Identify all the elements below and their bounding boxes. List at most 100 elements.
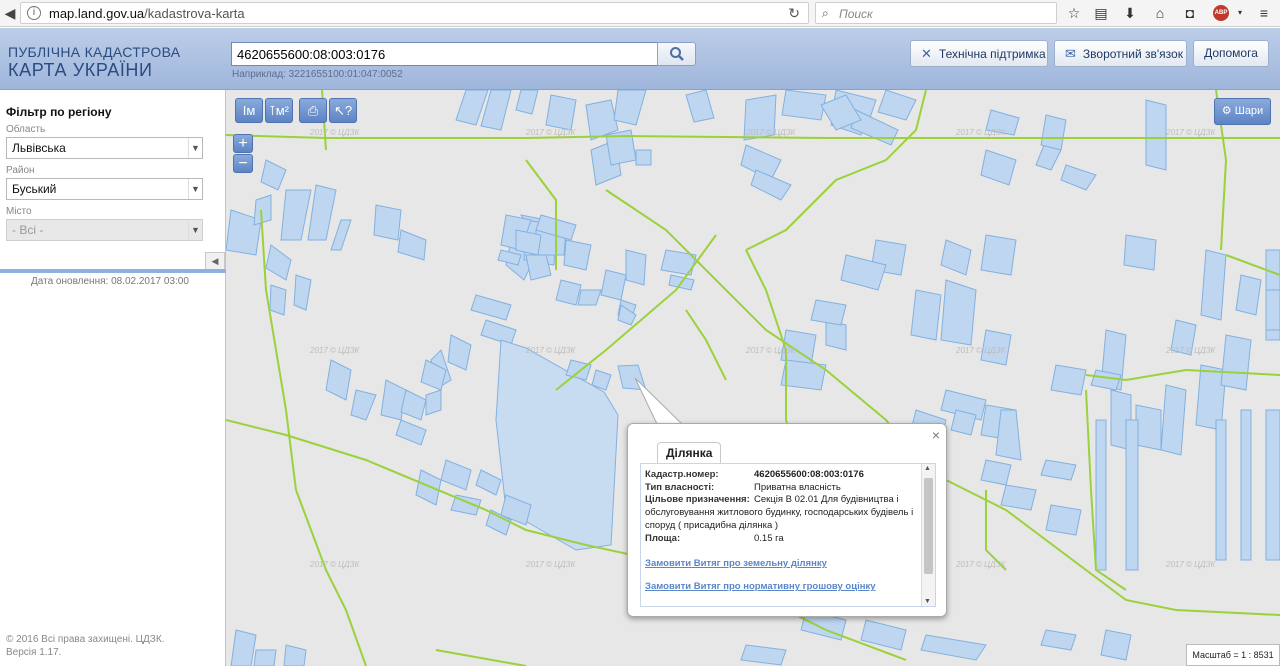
purpose-key: Цільове призначення: (645, 494, 750, 505)
watermark: 2017 © ЦДЗК (526, 560, 576, 569)
app-header: ПУБЛІЧНА КАДАСТРОВА КАРТА УКРАЇНИ Наприк… (0, 28, 1280, 90)
layers-button[interactable]: ⚙ Шари (1214, 98, 1271, 125)
popup-pointer (634, 378, 684, 425)
zoom-in-button[interactable]: + (233, 134, 253, 153)
help-label: Допомога (1204, 46, 1258, 60)
minus-icon: − (238, 155, 248, 172)
tools-icon: ✕ (921, 46, 932, 61)
support-label: Технічна підтримка (938, 47, 1046, 61)
region-select[interactable]: Львівська ▼ (6, 137, 203, 159)
purpose-value-line1: Секція В 02.01 Для будівництва і (754, 494, 899, 505)
pointer-question-icon: ↖? (333, 103, 353, 118)
support-button[interactable]: ✕ Технічна підтримка (910, 40, 1048, 67)
watermark: 2017 © ЦДЗК (526, 128, 576, 137)
gear-icon: ⚙ (1221, 105, 1232, 117)
measure-area-button[interactable]: ⊺м² (265, 98, 293, 123)
chevron-down-icon: ▼ (188, 138, 202, 158)
copyright-text: © 2016 Всі права захищені. ЦДЗК. Версія … (6, 634, 165, 658)
help-button[interactable]: Допомога (1193, 40, 1269, 67)
adblock-dropdown-icon[interactable]: ▾ (1230, 4, 1250, 22)
scroll-down-icon[interactable]: ▼ (924, 598, 931, 605)
reading-list-icon[interactable]: ▤ (1091, 4, 1111, 22)
cadastral-search-input[interactable] (231, 42, 658, 66)
measure-distance-button[interactable]: Iм (235, 98, 263, 123)
watermark: 2017 © ЦДЗК (956, 346, 1006, 355)
region-filter-sidebar: Фільтр по регіону Область Львівська ▼ Ра… (0, 90, 226, 666)
sidebar-divider (0, 269, 226, 273)
cadastral-search-button[interactable] (657, 42, 696, 66)
map-scale: Масштаб = 1 : 8531 (1186, 644, 1280, 666)
url-text: map.land.gov.ua/kadastrova-karta (49, 6, 245, 21)
feedback-button[interactable]: ✉ Зворотний зв'язок (1054, 40, 1187, 67)
cadastral-number-value: 4620655600:08:003:0176 (754, 469, 864, 480)
watermark: 2017 © ЦДЗК (956, 128, 1006, 137)
region-select-value: Львівська (12, 141, 66, 155)
region-label: Область (6, 124, 46, 135)
print-button[interactable]: ⎙ (299, 98, 327, 123)
district-label: Район (6, 165, 35, 176)
parcel-info-popup: × Ділянка Кадастр.номер: 4620655600:08:0… (627, 423, 947, 617)
printer-icon: ⎙ (307, 103, 319, 118)
logo-line1: ПУБЛІЧНА КАДАСТРОВА (8, 44, 181, 60)
bookmark-star-icon[interactable]: ☆ (1064, 4, 1084, 22)
district-select[interactable]: Буський ▼ (6, 178, 203, 200)
layers-label: Шари (1234, 105, 1264, 117)
purpose-value-line2: обслуговування житлового будинку, господ… (645, 507, 914, 518)
popup-content: Кадастр.номер: 4620655600:08:003:0176 Ти… (640, 463, 936, 607)
collapse-sidebar-button[interactable]: ◀ (205, 252, 225, 270)
download-icon[interactable]: ⬇ (1120, 4, 1140, 22)
scroll-thumb[interactable] (924, 478, 933, 574)
area-icon: ⊺м² (268, 103, 290, 118)
order-extract-link[interactable]: Замовити Витяг про земельну ділянку (645, 558, 827, 569)
address-bar[interactable]: i map.land.gov.ua/kadastrova-karta ↻ (20, 2, 809, 24)
reload-icon[interactable]: ↻ (788, 5, 800, 22)
area-value: 0.15 га (754, 533, 784, 544)
chevron-down-icon: ▼ (188, 179, 202, 199)
close-icon[interactable]: × (932, 427, 940, 443)
menu-hamburger-icon[interactable]: ≡ (1254, 4, 1274, 22)
purpose-value-line3: споруд ( присадибна ділянка ) (645, 520, 779, 531)
feedback-label: Зворотний зв'язок (1082, 47, 1183, 61)
watermark: 2017 © ЦДЗК (526, 346, 576, 355)
city-select-value: - Всі - (12, 223, 44, 237)
magnifier-icon: ⌕ (822, 6, 829, 20)
watermark: 2017 © ЦДЗК (956, 560, 1006, 569)
update-date: Дата оновлення: 08.02.2017 03:00 (31, 276, 189, 287)
plus-icon: + (238, 135, 248, 152)
watermark: 2017 © ЦДЗК (310, 346, 360, 355)
watermark: 2017 © ЦДЗК (1166, 128, 1216, 137)
watermark: 2017 © ЦДЗК (310, 128, 360, 137)
district-select-value: Буський (12, 182, 57, 196)
tab-parcel[interactable]: Ділянка (657, 442, 722, 463)
filter-title: Фільтр по регіону (6, 105, 112, 119)
logo-line2: КАРТА УКРАЇНИ (8, 60, 153, 80)
pocket-icon[interactable]: ◘ (1180, 4, 1200, 22)
watermark: 2017 © ЦДЗК (1166, 560, 1216, 569)
envelope-icon: ✉ (1065, 46, 1076, 61)
url-host: map.land.gov.ua (49, 6, 145, 21)
chevron-down-icon: ▼ (188, 220, 202, 240)
order-valuation-link[interactable]: Замовити Витяг про нормативну грошову оц… (645, 581, 876, 592)
zoom-out-button[interactable]: − (233, 154, 253, 173)
back-arrow-icon[interactable]: ◀ (1, 4, 19, 22)
cadastral-map[interactable]: 2017 © ЦДЗК 2017 © ЦДЗК 2017 © ЦДЗК 2017… (226, 90, 1280, 666)
adblock-icon[interactable]: ABP (1213, 5, 1229, 21)
area-key: Площа: (645, 533, 681, 544)
search-icon (669, 47, 684, 61)
watermark: 2017 © ЦДЗК (746, 128, 796, 137)
search-example-hint: Наприклад: 3221655100:01:047:0052 (232, 69, 403, 80)
popup-scrollbar[interactable]: ▲ ▼ (921, 464, 935, 606)
ruler-icon: Iм (242, 103, 256, 118)
home-icon[interactable]: ⌂ (1150, 4, 1170, 22)
scroll-up-icon[interactable]: ▲ (924, 465, 931, 472)
info-icon[interactable]: i (27, 6, 41, 20)
identify-button[interactable]: ↖? (329, 98, 357, 123)
city-select[interactable]: - Всі - ▼ (6, 219, 203, 241)
watermark: 2017 © ЦДЗК (310, 560, 360, 569)
browser-search-box[interactable]: ⌕ Поиск (815, 2, 1057, 24)
ownership-value: Приватна власність (754, 482, 841, 493)
city-label: Місто (6, 206, 32, 217)
url-path: /kadastrova-karta (144, 6, 245, 21)
ownership-key: Тип власності: (645, 482, 715, 493)
watermark: 2017 © ЦДЗК (746, 346, 796, 355)
